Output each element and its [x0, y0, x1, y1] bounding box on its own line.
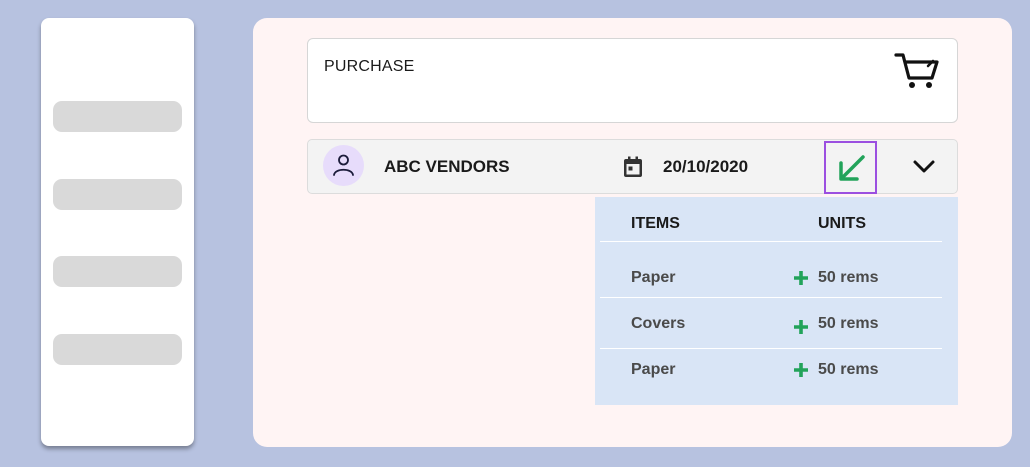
- sidebar-item-placeholder[interactable]: [53, 179, 182, 210]
- user-icon: [333, 154, 354, 176]
- purchase-title: PURCHASE: [324, 58, 415, 75]
- divider: [600, 297, 942, 298]
- item-units: 50 rems: [818, 361, 879, 378]
- item-units: 50 rems: [818, 269, 879, 286]
- chevron-down-icon[interactable]: [912, 158, 936, 179]
- divider: [600, 241, 942, 242]
- calendar-icon: [623, 156, 643, 183]
- order-row[interactable]: ABC VENDORS 20/10/2020: [307, 139, 958, 194]
- sidebar-item-placeholder[interactable]: [53, 256, 182, 287]
- plus-icon[interactable]: [793, 270, 809, 291]
- cart-icon[interactable]: [894, 50, 940, 90]
- column-header-items: ITEMS: [631, 215, 680, 232]
- item-units: 50 rems: [818, 315, 879, 332]
- divider: [600, 348, 942, 349]
- arrow-down-left-icon: [839, 155, 865, 181]
- item-name: Paper: [631, 361, 676, 378]
- sidebar-item-placeholder[interactable]: [53, 334, 182, 365]
- receive-arrow-button[interactable]: [824, 141, 877, 194]
- main-panel: PURCHASE ABC VENDORS 20/10/2020 ITEMS UN…: [253, 18, 1012, 447]
- plus-icon[interactable]: [793, 319, 809, 340]
- avatar: [323, 145, 364, 186]
- column-header-units: UNITS: [818, 215, 866, 232]
- item-name: Covers: [631, 315, 686, 332]
- items-panel: ITEMS UNITS Paper 50 rems Covers 50 rems…: [595, 197, 958, 405]
- sidebar: [41, 18, 194, 446]
- order-date: 20/10/2020: [663, 157, 749, 176]
- plus-icon[interactable]: [793, 362, 809, 383]
- sidebar-item-placeholder[interactable]: [53, 101, 182, 132]
- item-name: Paper: [631, 269, 676, 286]
- purchase-card: PURCHASE: [307, 38, 958, 123]
- vendor-name: ABC VENDORS: [384, 157, 510, 176]
